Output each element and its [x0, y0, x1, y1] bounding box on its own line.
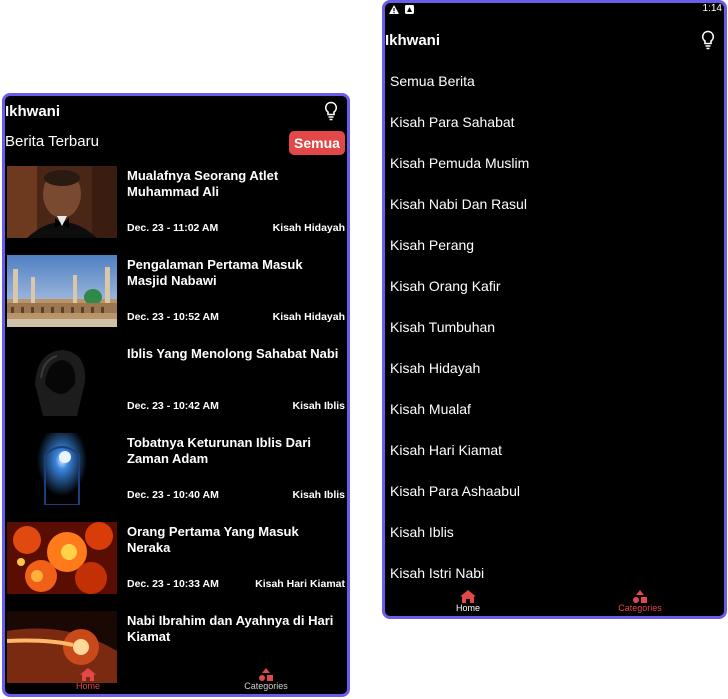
shapes-icon [259, 668, 273, 681]
status-time: 1:14 [702, 3, 722, 14]
home-icon [460, 590, 476, 603]
news-date: Dec. 23 - 11:02 AM [127, 222, 219, 234]
category-item[interactable]: Kisah Istri Nabi [385, 555, 724, 591]
news-date: Dec. 23 - 10:40 AM [127, 489, 219, 501]
news-item[interactable]: Iblis Yang Menolong Sahabat Nabi Dec. 23… [5, 342, 347, 428]
news-item[interactable]: Mualafnya Seorang Atlet Muhammad Ali Dec… [5, 164, 347, 250]
news-title: Orang Pertama Yang Masuk Neraka [127, 524, 299, 555]
news-date: Dec. 23 - 10:52 AM [127, 311, 219, 323]
news-thumbnail-mosque [7, 255, 117, 327]
app-bar: Ikhwani [5, 96, 347, 126]
app-notification-icon [405, 5, 414, 14]
news-title: Mualafnya Seorang Atlet Muhammad Ali [127, 168, 279, 199]
news-title: Tobatnya Keturunan Iblis Dari Zaman Adam [127, 435, 311, 466]
news-thumbnail-glowing-doorway [7, 433, 117, 505]
news-category: Kisah Hidayah [272, 311, 345, 323]
nav-categories[interactable]: Categories [595, 590, 685, 613]
news-category: Kisah Hidayah [272, 222, 345, 234]
news-category: Kisah Hari Kiamat [255, 578, 345, 590]
category-item[interactable]: Kisah Hidayah [385, 350, 724, 386]
news-category: Kisah Iblis [292, 400, 345, 412]
news-category: Kisah Iblis [292, 489, 345, 501]
news-feed-screen: Ikhwani Berita Terbaru Semua Mualafnya S… [2, 93, 350, 697]
category-item[interactable]: Kisah Orang Kafir [385, 268, 724, 304]
news-item[interactable]: Pengalaman Pertama Masuk Masjid Nabawi D… [5, 253, 347, 339]
app-bar: Ikhwani [385, 25, 724, 55]
news-title: Pengalaman Pertama Masuk Masjid Nabawi [127, 257, 303, 288]
bottom-navigation: Home Categories [5, 666, 347, 694]
app-title: Ikhwani [5, 102, 61, 120]
news-thumbnail-fire [7, 522, 117, 594]
lightbulb-icon[interactable] [323, 101, 339, 121]
category-item[interactable]: Kisah Pemuda Muslim [385, 145, 724, 181]
news-item[interactable]: Tobatnya Keturunan Iblis Dari Zaman Adam… [5, 431, 347, 517]
category-item[interactable]: Kisah Perang [385, 227, 724, 263]
categories-screen: 1:14 Ikhwani Semua Berita Kisah Para Sah… [382, 0, 727, 619]
category-item[interactable]: Kisah Mualaf [385, 391, 724, 427]
nav-home[interactable]: Home [423, 590, 513, 613]
warning-icon [389, 5, 399, 14]
news-date: Dec. 23 - 10:42 AM [127, 400, 219, 412]
nav-categories-label: Categories [618, 603, 662, 613]
category-item[interactable]: Semua Berita [385, 63, 724, 99]
category-item[interactable]: Kisah Para Ashaabul [385, 473, 724, 509]
nav-home-label: Home [75, 681, 100, 691]
nav-home-label: Home [455, 603, 480, 613]
nav-categories-label: Categories [244, 681, 288, 691]
section-title: Berita Terbaru [5, 133, 99, 150]
category-item[interactable]: Kisah Nabi Dan Rasul [385, 186, 724, 222]
semua-button[interactable]: Semua [289, 131, 345, 155]
category-item[interactable]: Kisah Para Sahabat [385, 104, 724, 140]
category-item[interactable]: Kisah Hari Kiamat [385, 432, 724, 468]
lightbulb-icon[interactable] [700, 30, 716, 50]
news-thumbnail-hooded-figure [7, 344, 117, 416]
app-title: Ikhwani [385, 31, 441, 49]
news-item[interactable]: Orang Pertama Yang Masuk Neraka Dec. 23 … [5, 520, 347, 606]
category-item[interactable]: Kisah Iblis [385, 514, 724, 550]
news-title: Iblis Yang Menolong Sahabat Nabi [127, 346, 339, 361]
news-thumbnail-boxer [7, 166, 117, 238]
category-item[interactable]: Kisah Tumbuhan [385, 309, 724, 345]
status-bar: 1:14 [385, 3, 724, 17]
nav-categories[interactable]: Categories [221, 668, 311, 691]
news-title: Nabi Ibrahim dan Ayahnya di Hari Kiamat [127, 613, 334, 644]
nav-home[interactable]: Home [43, 668, 133, 691]
news-date: Dec. 23 - 10:33 AM [127, 578, 219, 590]
bottom-navigation: Home Categories [385, 588, 724, 616]
shapes-icon [633, 590, 647, 603]
home-icon [80, 668, 96, 681]
